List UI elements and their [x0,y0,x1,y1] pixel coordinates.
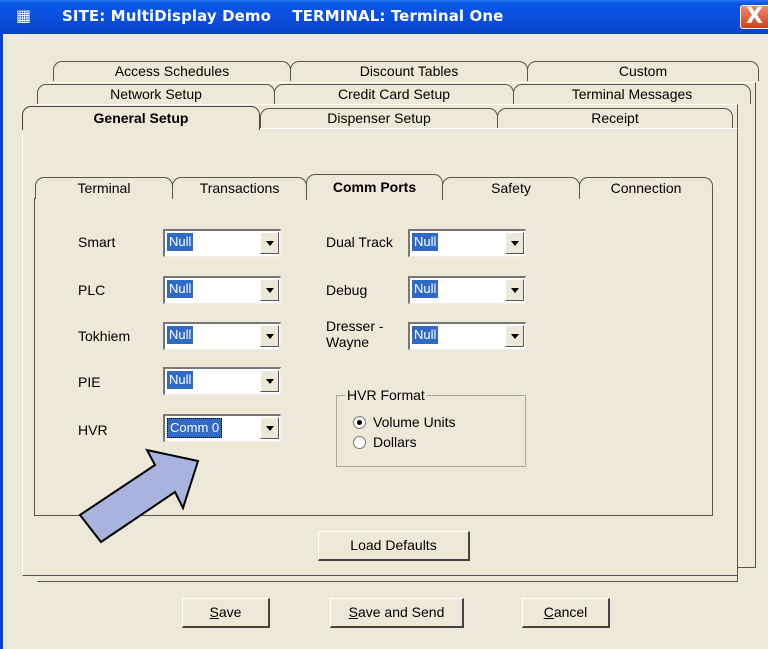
tab-connection[interactable]: Connection [579,177,713,199]
smart-port-select[interactable]: Null [163,229,281,257]
plc-label: PLC [78,282,106,298]
dresser-wayne-port-value: Null [412,326,439,344]
pie-port-value: Null [167,371,194,389]
close-button[interactable]: X [740,5,768,29]
close-icon: X [746,4,763,29]
cancel-label-rest: ancel [553,604,588,620]
hvr-format-group: HVR Format Volume Units Dollars [336,387,526,467]
dropdown-arrow-icon[interactable] [260,325,279,347]
hvr-port-select[interactable]: Comm 0 [163,414,281,442]
tokhiem-port-value: Null [167,326,194,344]
tab-dispenser-setup[interactable]: Dispenser Setup [260,108,498,128]
window-title: SITE: MultiDisplay Demo TERMINAL: Termin… [62,7,504,25]
tab-discount-tables[interactable]: Discount Tables [290,61,528,81]
tab-network-setup[interactable]: Network Setup [37,84,275,104]
radio-volume-units[interactable] [353,416,366,429]
save-and-send-button[interactable]: Save and Send [330,598,464,628]
dialog-client-area: Access Schedules Discount Tables Custom … [3,34,768,649]
plc-port-select[interactable]: Null [163,276,281,304]
save-send-label-rest: ave and Send [357,604,445,620]
hvr-format-legend: HVR Format [345,387,427,403]
dual-track-port-select[interactable]: Null [408,229,526,257]
pie-label: PIE [78,374,101,390]
dropdown-arrow-icon[interactable] [260,417,279,439]
dresser-wayne-label-line1: Dresser - [326,318,384,334]
dropdown-arrow-icon[interactable] [260,370,279,392]
tab-access-schedules[interactable]: Access Schedules [53,61,291,81]
dropdown-arrow-icon[interactable] [505,325,524,347]
dresser-wayne-label-line2: Wayne [326,334,370,350]
hvr-port-value: Comm 0 [167,418,223,438]
debug-label: Debug [326,282,368,298]
debug-port-value: Null [412,280,439,298]
app-icon: ▦ [16,6,32,25]
dual-track-port-value: Null [412,233,439,251]
cancel-button[interactable]: Cancel [522,598,610,628]
radio-dollars[interactable] [353,436,366,449]
tab-credit-card-setup[interactable]: Credit Card Setup [274,84,514,104]
pointer-arrow-icon [78,448,200,544]
volume-units-label[interactable]: Volume Units [373,414,455,430]
tokhiem-label: Tokhiem [78,328,131,344]
title-bar[interactable]: ▦ SITE: MultiDisplay Demo TERMINAL: Term… [0,0,768,34]
load-defaults-button[interactable]: Load Defaults [318,531,470,561]
tab-terminal-messages[interactable]: Terminal Messages [513,84,751,104]
save-button[interactable]: Save [182,598,270,628]
plc-port-value: Null [167,280,194,298]
hvr-label: HVR [78,422,108,438]
tab-safety[interactable]: Safety [442,177,580,199]
smart-port-value: Null [167,233,194,251]
tab-terminal[interactable]: Terminal [35,177,173,199]
dresser-wayne-port-select[interactable]: Null [408,322,526,350]
cancel-mnemonic: C [543,604,554,620]
pie-port-select[interactable]: Null [163,367,281,395]
dropdown-arrow-icon[interactable] [260,232,279,254]
tab-comm-ports[interactable]: Comm Ports [306,174,443,200]
dual-track-label: Dual Track [326,234,393,250]
save-label-rest: ave [218,604,242,620]
tab-transactions[interactable]: Transactions [172,177,307,199]
app-window: ▦ SITE: MultiDisplay Demo TERMINAL: Term… [0,0,768,649]
dropdown-arrow-icon[interactable] [505,232,524,254]
tab-receipt[interactable]: Receipt [497,108,733,128]
tab-custom[interactable]: Custom [527,61,759,81]
tokhiem-port-select[interactable]: Null [163,322,281,350]
smart-label: Smart [78,234,116,250]
debug-port-select[interactable]: Null [408,276,526,304]
dropdown-arrow-icon[interactable] [260,279,279,301]
save-send-mnemonic: S [348,604,358,620]
save-mnemonic: S [209,604,219,620]
tab-general-setup[interactable]: General Setup [22,106,260,130]
dropdown-arrow-icon[interactable] [505,279,524,301]
dollars-label[interactable]: Dollars [373,434,417,450]
